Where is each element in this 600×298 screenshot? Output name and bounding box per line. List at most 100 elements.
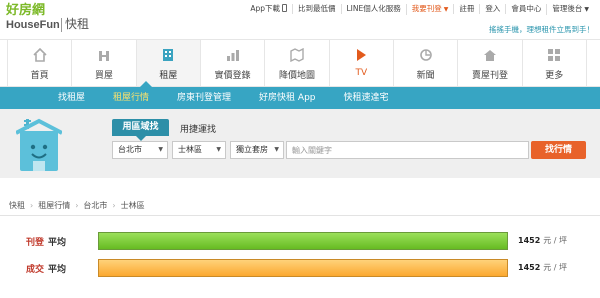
breadcrumb-item[interactable]: 台北市 [83, 200, 107, 211]
breadcrumb-item[interactable]: 快租 [9, 200, 25, 211]
price-number: 1452 [518, 263, 541, 272]
city-select[interactable]: 台北市 ▼ [112, 141, 168, 159]
price-avg-label: 平均 [48, 237, 67, 248]
top-link-label: 我要刊登 [411, 3, 442, 13]
play-icon [354, 48, 368, 62]
news-icon [419, 48, 433, 62]
property-type-select[interactable]: 獨立套房 ▼ [230, 141, 284, 159]
district-select-value: 士林區 [178, 145, 202, 154]
nav-item[interactable]: 降價地圖 [264, 40, 328, 86]
top-link-label: 註冊 [459, 4, 475, 13]
breadcrumb-separator-icon: › [75, 201, 79, 210]
nav-item[interactable]: 新聞 [392, 40, 457, 86]
grid-icon [547, 48, 561, 62]
caret-down-icon: ▼ [584, 5, 589, 13]
breadcrumb-item[interactable]: 租屋行情 [38, 200, 70, 211]
top-bar: 好房網 HouseFun 快租 App下載 比到最低價 LINE個人化服務 我要刊登 ▼… [0, 0, 600, 40]
breadcrumb-separator-icon: › [30, 201, 34, 210]
price-value: 1452 元 / 坪 [518, 259, 567, 277]
top-links: App下載 比到最低價 LINE個人化服務 我要刊登 ▼ 註冊 登入 會員中心 管理後台 ▼ [245, 3, 594, 15]
nav-item-label: 降價地圖 [278, 71, 315, 81]
divider [0, 215, 600, 216]
price-row: 成交 平均 1452 元 / 坪 [26, 259, 567, 277]
sell-house-icon [483, 48, 497, 62]
subnav-item[interactable]: 好房快租 App [245, 87, 329, 109]
price-avg-label: 平均 [48, 264, 67, 275]
search-button[interactable]: 找行情 [531, 141, 586, 159]
nav-item-label: 租屋 [159, 71, 178, 81]
search-panel: 用區域找 用捷運找 台北市 ▼ 士林區 ▼ 獨立套房 ▼ 找行情 [0, 109, 600, 178]
sub-nav: 找租屋 租屋行情 房東刊登管理 好房快租 App 快租速達宅 [0, 87, 600, 109]
nav-item[interactable]: TV [328, 40, 393, 86]
tab-by-district[interactable]: 用區域找 [112, 119, 169, 141]
breadcrumb: 快租 › 租屋行情 › 台北市 › 士林區 [9, 200, 145, 211]
top-link[interactable]: 登入 [479, 4, 505, 14]
nav-item-label: TV [355, 68, 368, 78]
top-link[interactable]: 比到最低價 [292, 4, 341, 14]
breadcrumb-separator-icon: › [112, 201, 116, 210]
city-select-value: 台北市 [118, 145, 142, 154]
top-link[interactable]: 我要刊登 ▼ [405, 3, 454, 15]
price-number: 1452 [518, 236, 541, 245]
top-link-label: LINE個人化服務 [346, 4, 401, 13]
price-unit: 元 / 坪 [543, 236, 568, 245]
subnav-item[interactable]: 快租速達宅 [330, 87, 403, 109]
nav-item[interactable]: 實價登錄 [199, 40, 264, 86]
nav-item-label: 賣屋刊登 [471, 71, 508, 81]
logo-wordmark: HouseFun [6, 19, 60, 31]
tab-by-mrt[interactable]: 用捷運找 [180, 122, 216, 135]
phone-icon [282, 4, 287, 12]
nav-item[interactable]: 租屋 [135, 40, 200, 86]
chevron-down-icon: ▼ [274, 146, 279, 153]
map-icon [290, 48, 304, 62]
top-link[interactable]: 管理後台 ▼ [546, 3, 594, 15]
top-link-label: 會員中心 [511, 4, 542, 13]
logo-tagline: 快租 [65, 17, 90, 31]
nav-item[interactable]: 更多 [521, 40, 587, 86]
site-logo[interactable]: 好房網 HouseFun 快租 [6, 4, 106, 36]
nav-item-label: 新聞 [416, 71, 435, 81]
top-link-label: App下載 [250, 4, 280, 13]
chevron-down-icon: ▼ [216, 146, 221, 153]
caret-down-icon: ▼ [443, 5, 449, 13]
property-type-value: 獨立套房 [236, 145, 268, 154]
house-mascot-icon [16, 118, 62, 171]
price-row: 刊登 平均 1452 元 / 坪 [26, 232, 567, 250]
district-select[interactable]: 士林區 ▼ [172, 141, 226, 159]
breadcrumb-item: 士林區 [120, 201, 145, 210]
nav-item[interactable]: 買屋 [71, 40, 135, 86]
chevron-down-icon: ▼ [158, 146, 163, 153]
keyword-input[interactable] [286, 141, 529, 159]
home-icon [33, 48, 47, 62]
price-unit: 元 / 坪 [543, 263, 568, 272]
subnav-item[interactable]: 找租屋 [44, 87, 99, 109]
top-link[interactable]: App下載 [245, 4, 292, 14]
top-link-label: 管理後台 [552, 3, 583, 13]
buy-house-icon [97, 48, 111, 62]
price-bar [98, 232, 508, 250]
price-kind-label: 成交 [26, 264, 45, 275]
logo-divider [61, 18, 62, 32]
nav-item-label: 買屋 [94, 71, 113, 81]
top-link[interactable]: 會員中心 [505, 4, 546, 14]
top-link[interactable]: 註冊 [453, 4, 479, 14]
top-link-label: 登入 [485, 4, 501, 13]
rent-building-icon [161, 48, 175, 62]
active-nav-pointer [140, 81, 152, 87]
nav-item-label: 首頁 [30, 71, 49, 81]
nav-item-label: 實價登錄 [214, 71, 251, 81]
top-link-label: 比到最低價 [298, 4, 336, 13]
nav-item-label: 更多 [545, 71, 564, 81]
price-kind-label: 刊登 [26, 237, 45, 248]
nav-item[interactable]: 首頁 [7, 40, 71, 86]
nav-item[interactable]: 賣屋刊登 [457, 40, 521, 86]
price-value: 1452 元 / 坪 [518, 232, 567, 250]
subnav-item[interactable]: 房東刊登管理 [163, 87, 245, 109]
main-nav: 首頁 買屋 租屋 實價登錄 降價地圖 TV 新聞 賣屋刊登 更多 [0, 40, 600, 87]
top-link[interactable]: LINE個人化服務 [340, 4, 406, 14]
logo-mark: 好房網 [6, 3, 46, 18]
subnav-item[interactable]: 租屋行情 [99, 87, 163, 109]
slogan[interactable]: 搖搖手機，理想租件立馬到手！ [489, 24, 594, 35]
price-bar [98, 259, 508, 277]
bar-chart-icon [226, 48, 240, 62]
